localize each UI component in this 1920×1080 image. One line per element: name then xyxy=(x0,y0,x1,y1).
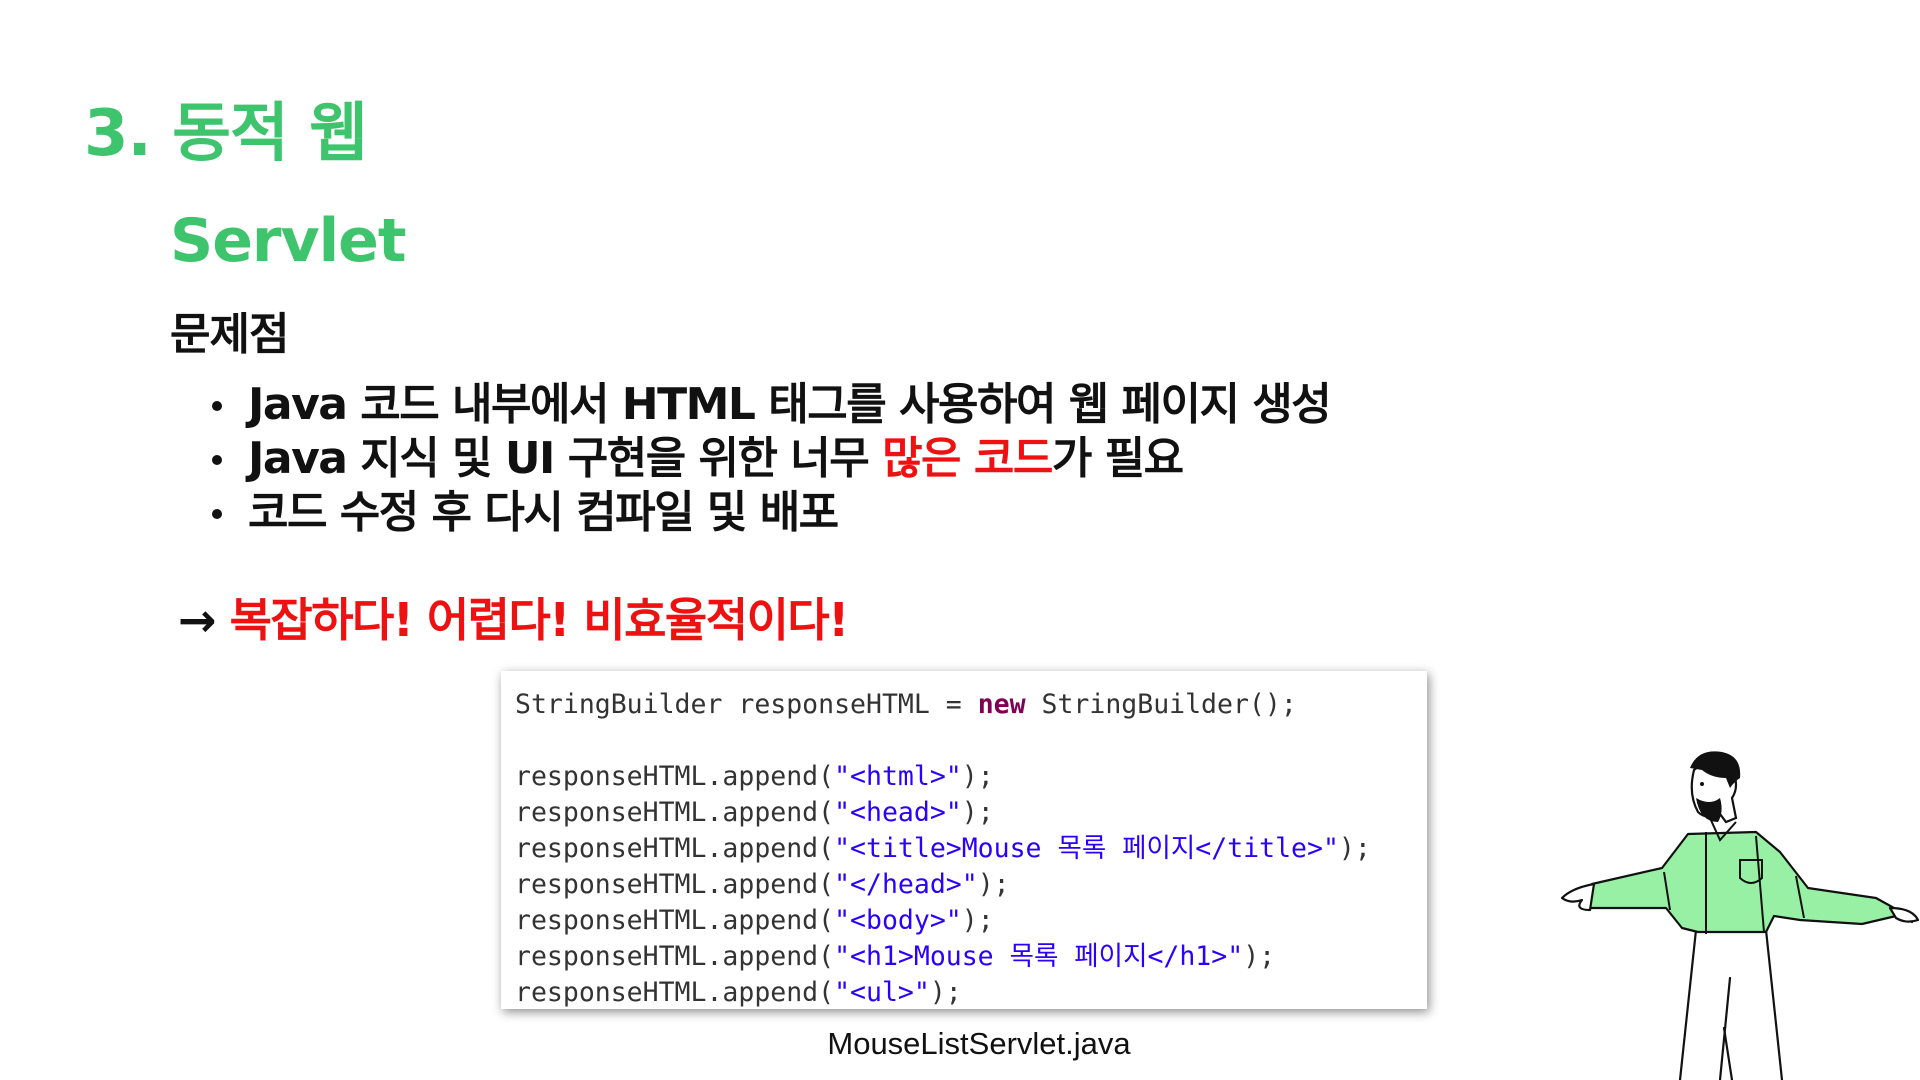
code-token-string: "<ul>" xyxy=(834,977,930,1008)
problem-heading: 문제점 xyxy=(170,309,289,360)
code-token-plain: responseHTML.append( xyxy=(515,905,835,936)
code-token-plain: responseHTML.append( xyxy=(515,869,835,900)
shrugging-person-illustration xyxy=(1560,751,1920,1080)
code-token-string: "<h1>Mouse 목록 페이지</h1>" xyxy=(834,941,1244,972)
problem-bullet-item: 코드 수정 후 다시 컴파일 및 배포 xyxy=(206,486,1330,540)
code-token-string: "<head>" xyxy=(834,797,962,828)
bullet-text: Java 코드 내부에서 HTML 태그를 사용하여 웹 페이지 생성 xyxy=(248,379,1332,430)
code-line: responseHTML.append("<title>Mouse 목록 페이지… xyxy=(515,831,1415,867)
code-token-string: "</head>" xyxy=(834,869,978,900)
bullet-text-emphasis: 많은 코드 xyxy=(882,433,1053,484)
code-line: responseHTML.append("</head>"); xyxy=(515,867,1415,903)
conclusion-text: 복잡하다! 어렵다! 비효율적이다! xyxy=(229,593,850,647)
code-line: responseHTML.append("<h1>Mouse 목록 페이지</h… xyxy=(515,939,1415,975)
bullet-text: 가 필요 xyxy=(1051,433,1184,484)
code-token-plain: StringBuilder responseHTML = xyxy=(515,689,978,720)
bullet-text: Java 지식 및 UI 구현을 위한 너무 xyxy=(248,433,883,484)
code-screenshot: StringBuilder responseHTML = new StringB… xyxy=(501,671,1427,1009)
problem-bullet-list: Java 코드 내부에서 HTML 태그를 사용하여 웹 페이지 생성 Java … xyxy=(206,378,1332,540)
bullet-dot-icon xyxy=(212,509,222,519)
problem-bullet-item: Java 지식 및 UI 구현을 위한 너무 많은 코드가 필요 xyxy=(206,432,1330,486)
bullet-dot-icon xyxy=(212,455,222,465)
code-token-plain: ); xyxy=(961,905,994,936)
section-title: 3. 동적 웹 xyxy=(84,97,368,171)
code-line: responseHTML.append("<body>"); xyxy=(515,903,1415,939)
code-token-plain: ); xyxy=(1243,941,1276,972)
conclusion-arrow: → xyxy=(178,593,230,647)
code-token-plain: ); xyxy=(1338,833,1371,864)
code-line: responseHTML.append("<ul>"); xyxy=(515,975,1415,1011)
code-token-string: "<title>Mouse 목록 페이지</title>" xyxy=(834,833,1339,864)
person-legs xyxy=(1678,928,1784,1080)
code-line: responseHTML.append("<head>"); xyxy=(515,795,1415,831)
code-line: responseHTML.append("<html>"); xyxy=(515,759,1415,795)
conclusion-line: → 복잡하다! 어렵다! 비효율적이다! xyxy=(178,584,850,650)
code-token-plain: ); xyxy=(977,869,1010,900)
shirt-shape xyxy=(1572,830,1914,934)
topic-title: Servlet xyxy=(170,206,407,276)
code-token-plain: responseHTML.append( xyxy=(515,761,835,792)
code-token-plain: responseHTML.append( xyxy=(515,797,835,828)
code-token-plain: ); xyxy=(961,761,994,792)
person-torso xyxy=(1572,817,1914,934)
bullet-dot-icon xyxy=(212,401,222,411)
code-line: StringBuilder responseHTML = new StringB… xyxy=(515,687,1415,723)
code-token-string: "<html>" xyxy=(834,761,962,792)
code-token-plain: StringBuilder(); xyxy=(1025,689,1297,720)
code-token-string: "<body>" xyxy=(834,905,962,936)
bullet-text: 코드 수정 후 다시 컴파일 및 배포 xyxy=(248,487,839,538)
problem-bullet-item: Java 코드 내부에서 HTML 태그를 사용하여 웹 페이지 생성 xyxy=(206,378,1332,432)
code-token-plain: responseHTML.append( xyxy=(515,833,835,864)
code-token-plain: ); xyxy=(961,797,994,828)
person-head xyxy=(1690,751,1741,824)
code-token-plain: ); xyxy=(929,977,962,1008)
code-token-plain: responseHTML.append( xyxy=(515,941,835,972)
code-token-keyword: new xyxy=(977,689,1026,720)
code-token-plain: responseHTML.append( xyxy=(515,977,835,1008)
